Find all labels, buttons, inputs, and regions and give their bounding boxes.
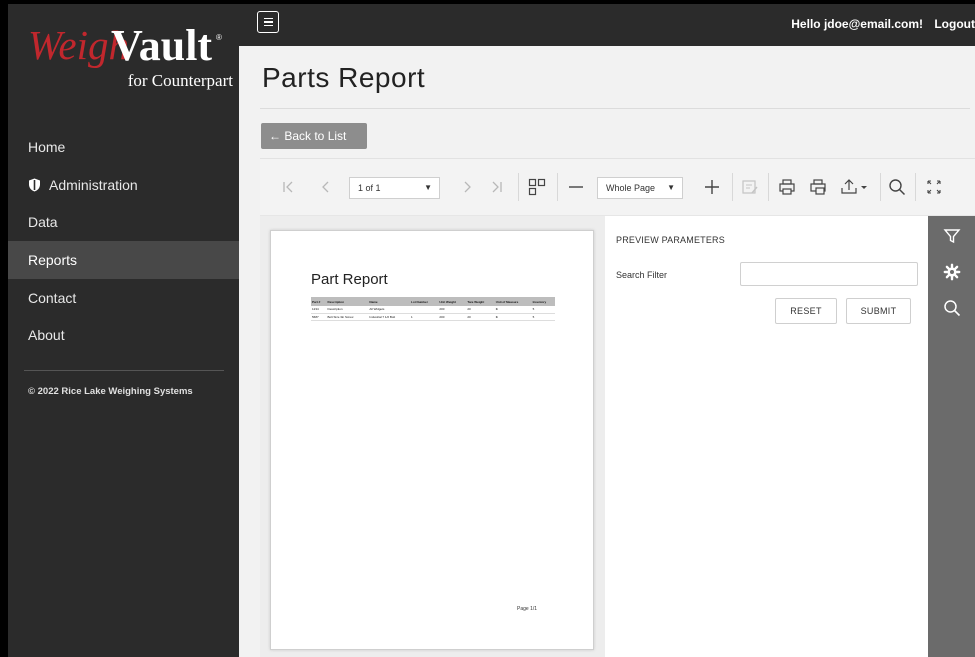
- search-icon[interactable]: [885, 175, 909, 199]
- submit-button[interactable]: SUBMIT: [846, 298, 911, 324]
- table-cell: 200: [438, 306, 467, 314]
- highlight-editing-icon[interactable]: [738, 175, 762, 199]
- sidebar-item-reports[interactable]: Reports: [8, 241, 239, 279]
- sidebar-item-data[interactable]: Data: [8, 203, 239, 241]
- report-preview-pane[interactable]: Part Report Part # Description Name Lot …: [260, 216, 605, 657]
- column-header: Tare Weight: [466, 297, 495, 306]
- reset-button[interactable]: RESET: [775, 298, 837, 324]
- zoom-select[interactable]: Whole Page ▼: [597, 177, 683, 199]
- page-title: Parts Report: [262, 62, 426, 93]
- column-header: Lot Number: [410, 297, 439, 306]
- settings-icon[interactable]: [928, 254, 975, 290]
- sidebar-item-about[interactable]: About: [8, 316, 239, 354]
- fullscreen-icon[interactable]: [922, 175, 946, 199]
- sidebar-item-label: Data: [28, 214, 58, 230]
- report-table-header: Part # Description Name Lot Number Unit …: [311, 297, 555, 306]
- toolbar-divider: [732, 173, 733, 201]
- table-cell: Description: [326, 306, 369, 314]
- first-page-icon[interactable]: [278, 175, 298, 199]
- toolbar-divider: [880, 173, 881, 201]
- toolbar-divider: [518, 173, 519, 201]
- table-cell: 1: [410, 313, 439, 321]
- column-header: Name: [368, 297, 411, 306]
- table-cell: 200: [438, 313, 467, 321]
- menu-toggle-button[interactable]: [257, 11, 279, 33]
- toolbar-divider: [915, 173, 916, 201]
- report-viewer: 1 of 1 ▼ Whole Page ▼ Part Report Part #…: [260, 158, 975, 657]
- column-header: Unit Weight: [438, 297, 467, 306]
- chevron-down-icon: ▼: [667, 183, 675, 192]
- back-to-list-button[interactable]: ← Back to List: [261, 123, 367, 149]
- report-table: Part # Description Name Lot Number Unit …: [311, 297, 555, 321]
- sidebar-item-administration[interactable]: Administration: [8, 166, 239, 204]
- logout-link[interactable]: Logout: [934, 17, 975, 31]
- multipage-icon[interactable]: [525, 175, 549, 199]
- filter-icon[interactable]: [928, 218, 975, 254]
- report-title: Part Report: [311, 271, 388, 288]
- preview-parameters-panel: PREVIEW PARAMETERS Search Filter RESET S…: [606, 216, 928, 657]
- sidebar-item-label: Administration: [49, 177, 138, 193]
- viewer-toolbar: 1 of 1 ▼ Whole Page ▼: [260, 159, 975, 216]
- table-cell: lb: [494, 306, 532, 314]
- parameters-title: PREVIEW PARAMETERS: [616, 235, 725, 245]
- sidebar-item-home[interactable]: Home: [8, 128, 239, 166]
- table-row: 5687 Bolt Size 3in Screw Industrial 7 1/…: [311, 313, 555, 321]
- sidebar: Weigh Vault ® for Counterpart Home Admin…: [8, 4, 239, 657]
- search-filter-input[interactable]: [740, 262, 918, 286]
- sidebar-divider: [24, 370, 224, 371]
- next-page-icon[interactable]: [457, 175, 477, 199]
- viewer-side-rail: [928, 216, 975, 657]
- print-page-icon[interactable]: [806, 175, 830, 199]
- sidebar-item-label: Contact: [28, 290, 77, 306]
- table-cell: Bolt Size 3in Screw: [326, 313, 369, 321]
- table-cell: 5: [531, 313, 555, 321]
- table-cell: 20: [466, 306, 495, 314]
- table-cell: 5: [531, 306, 555, 314]
- sidebar-item-label: Home: [28, 139, 66, 155]
- zoom-in-icon[interactable]: [700, 175, 724, 199]
- weighvault-logo[interactable]: Weigh Vault ® for Counterpart: [8, 4, 239, 116]
- title-divider: [260, 108, 970, 109]
- page-select-value: 1 of 1: [358, 183, 381, 193]
- table-cell: 20: [466, 313, 495, 321]
- logo-trademark: ®: [216, 33, 222, 42]
- sidebar-item-label: Reports: [28, 252, 78, 268]
- table-cell: 1234: [311, 306, 327, 314]
- page-select[interactable]: 1 of 1 ▼: [349, 177, 440, 199]
- app-window: Weigh Vault ® for Counterpart Home Admin…: [8, 4, 975, 657]
- print-icon[interactable]: [775, 175, 799, 199]
- prev-page-icon[interactable]: [316, 175, 336, 199]
- search-icon[interactable]: [928, 290, 975, 326]
- user-greeting: Hello jdoe@email.com!: [791, 17, 923, 31]
- toolbar-divider: [768, 173, 769, 201]
- shield-icon: [28, 178, 42, 192]
- table-cell: 5687: [311, 313, 327, 321]
- logo-subtitle: for Counterpart: [128, 71, 234, 90]
- page-number-footer: Page 1/1: [517, 606, 538, 612]
- table-row: 1234 Description All Widgets 200 20 lb 5: [311, 306, 555, 314]
- zoom-out-icon[interactable]: [564, 175, 588, 199]
- top-bar: Hello jdoe@email.com! Logout: [239, 4, 975, 46]
- table-cell: Industrial 7 1/2 Bolt: [368, 313, 411, 321]
- logo-word-vault: Vault: [111, 21, 212, 70]
- table-cell: [410, 306, 439, 314]
- sidebar-item-contact[interactable]: Contact: [8, 279, 239, 317]
- zoom-select-value: Whole Page: [606, 183, 656, 193]
- sidebar-item-label: About: [28, 327, 65, 343]
- toolbar-divider: [557, 173, 558, 201]
- search-filter-label: Search Filter: [616, 270, 668, 280]
- report-page: Part Report Part # Description Name Lot …: [270, 230, 594, 650]
- column-header: Description: [326, 297, 369, 306]
- table-cell: All Widgets: [368, 306, 411, 314]
- column-header: Unit of Measure: [494, 297, 532, 306]
- chevron-down-icon: ▼: [424, 183, 432, 192]
- column-header: Part #: [311, 297, 327, 306]
- last-page-icon[interactable]: [487, 175, 507, 199]
- table-cell: lb: [494, 313, 532, 321]
- export-icon[interactable]: [838, 175, 872, 199]
- copyright-text: © 2022 Rice Lake Weighing Systems: [28, 386, 193, 397]
- column-header: Inventory: [531, 297, 555, 306]
